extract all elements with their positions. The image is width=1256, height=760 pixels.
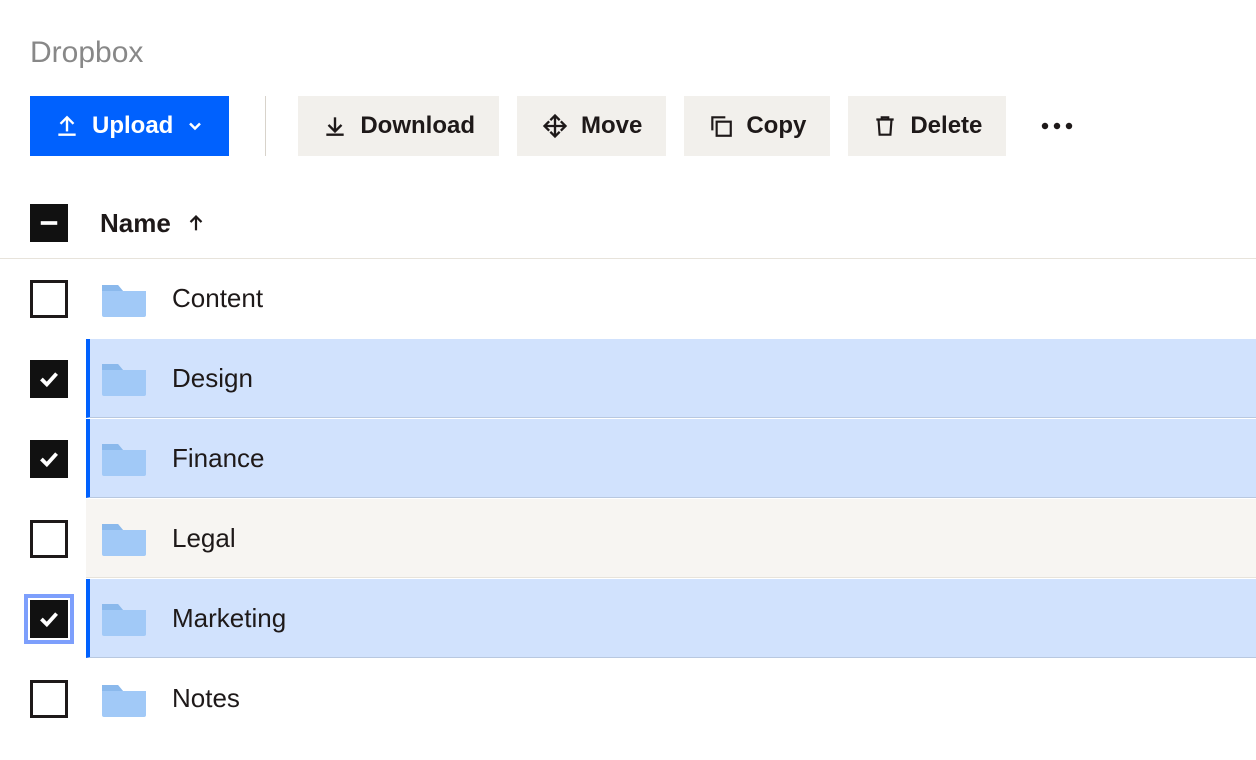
chevron-down-icon <box>185 116 205 136</box>
folder-icon <box>100 358 148 398</box>
folder-icon <box>100 279 148 319</box>
row-checkbox[interactable] <box>30 440 68 478</box>
row-checkbox-wrap <box>0 520 86 558</box>
table-row[interactable]: Marketing <box>0 579 1256 659</box>
row-content[interactable]: Finance <box>86 419 1256 498</box>
row-content[interactable]: Design <box>86 339 1256 418</box>
move-icon <box>541 112 569 140</box>
download-button-label: Download <box>360 112 475 140</box>
toolbar-divider <box>265 96 266 156</box>
row-content[interactable]: Notes <box>86 659 1256 738</box>
folder-icon <box>100 438 148 478</box>
row-checkbox-wrap <box>0 600 86 638</box>
row-content[interactable]: Marketing <box>86 579 1256 658</box>
sort-asc-icon <box>185 212 207 234</box>
download-button[interactable]: Download <box>298 96 499 156</box>
folder-icon <box>100 679 148 719</box>
toolbar: Upload Download <box>0 68 1256 156</box>
download-icon <box>322 113 348 139</box>
trash-icon <box>872 113 898 139</box>
row-checkbox-wrap <box>0 280 86 318</box>
more-actions-button[interactable] <box>1030 96 1084 156</box>
row-checkbox[interactable] <box>30 600 68 638</box>
copy-icon <box>708 113 734 139</box>
item-name: Design <box>172 363 253 394</box>
move-button-label: Move <box>581 112 642 140</box>
table-row[interactable]: Content <box>0 259 1256 339</box>
file-browser: Dropbox Upload <box>0 0 1256 739</box>
row-checkbox[interactable] <box>30 520 68 558</box>
delete-button-label: Delete <box>910 112 982 140</box>
move-button[interactable]: Move <box>517 96 666 156</box>
table-row[interactable]: Finance <box>0 419 1256 499</box>
row-checkbox-wrap <box>0 360 86 398</box>
upload-icon <box>54 113 80 139</box>
item-name: Notes <box>172 683 240 714</box>
row-checkbox[interactable] <box>30 680 68 718</box>
item-name: Marketing <box>172 603 286 634</box>
column-header-name[interactable]: Name <box>100 208 207 239</box>
breadcrumb[interactable]: Dropbox <box>0 0 1256 68</box>
item-name: Content <box>172 283 263 314</box>
column-header-name-label: Name <box>100 208 171 239</box>
row-checkbox[interactable] <box>30 360 68 398</box>
list-header: Name <box>0 156 1256 259</box>
upload-button[interactable]: Upload <box>30 96 229 156</box>
folder-icon <box>100 598 148 638</box>
upload-button-label: Upload <box>92 112 173 140</box>
table-row[interactable]: Legal <box>0 499 1256 579</box>
more-horizontal-icon <box>1040 121 1074 131</box>
copy-button[interactable]: Copy <box>684 96 830 156</box>
table-row[interactable]: Notes <box>0 659 1256 739</box>
row-content[interactable]: Content <box>86 259 1256 338</box>
folder-icon <box>100 518 148 558</box>
copy-button-label: Copy <box>746 112 806 140</box>
select-all-checkbox[interactable] <box>30 204 68 242</box>
row-checkbox-wrap <box>0 440 86 478</box>
row-content[interactable]: Legal <box>86 499 1256 578</box>
table-row[interactable]: Design <box>0 339 1256 419</box>
item-name: Legal <box>172 523 236 554</box>
delete-button[interactable]: Delete <box>848 96 1006 156</box>
item-name: Finance <box>172 443 265 474</box>
file-list: Content Design Finance Legal Marketing Notes <box>0 259 1256 739</box>
row-checkbox-wrap <box>0 680 86 718</box>
indeterminate-icon <box>38 212 60 234</box>
row-checkbox[interactable] <box>30 280 68 318</box>
